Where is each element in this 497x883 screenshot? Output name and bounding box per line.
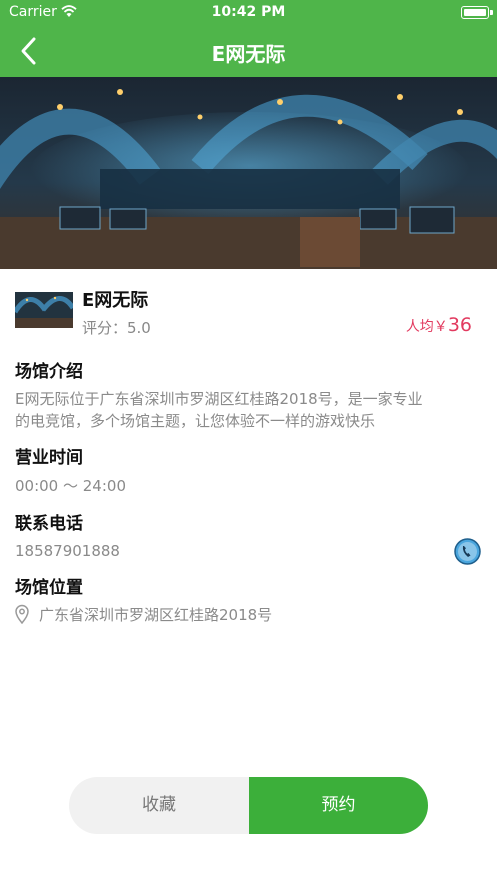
venue-banner-image [0, 77, 497, 269]
location-title: 场馆位置 [15, 578, 83, 598]
price-value: 36 [447, 314, 472, 336]
page-title: E网无际 [211, 42, 286, 66]
book-button[interactable]: 预约 [249, 777, 428, 834]
venue-name: E网无际 [82, 290, 149, 311]
status-bar: Carrier 10:42 PM [0, 0, 497, 26]
venue-rating: 评分：5.0 [82, 319, 151, 337]
battery-icon [461, 6, 493, 19]
venue-thumbnail [15, 292, 73, 328]
average-price: 人均￥36 [406, 314, 472, 336]
phone-number: 18587901888 [15, 542, 120, 560]
venue-summary: E网无际 评分：5.0 人均￥36 [15, 288, 482, 337]
phone-call-icon[interactable] [454, 538, 481, 565]
action-buttons: 收藏 预约 [69, 777, 428, 834]
top-bar: Carrier 10:42 PM E网无际 [0, 0, 497, 77]
intro-line-1: E网无际位于广东省深圳市罗湖区红桂路2018号，是一家专业 [15, 390, 423, 408]
clock: 10:42 PM [211, 4, 286, 20]
intro-title: 场馆介绍 [15, 362, 83, 382]
location-pin-icon [15, 604, 29, 624]
nav-bar: E网无际 [0, 26, 497, 77]
intro-line-2: 的电竞馆，多个场馆主题，让您体验不一样的游戏快乐 [15, 412, 376, 430]
hours-title: 营业时间 [15, 448, 83, 468]
price-label: 人均￥ [405, 319, 448, 335]
favorite-button[interactable]: 收藏 [69, 777, 249, 834]
phone-title: 联系电话 [15, 514, 83, 534]
location-address: 广东省深圳市罗湖区红桂路2018号 [39, 606, 273, 624]
hours-text: 00:00 ～ 24:00 [15, 477, 126, 495]
